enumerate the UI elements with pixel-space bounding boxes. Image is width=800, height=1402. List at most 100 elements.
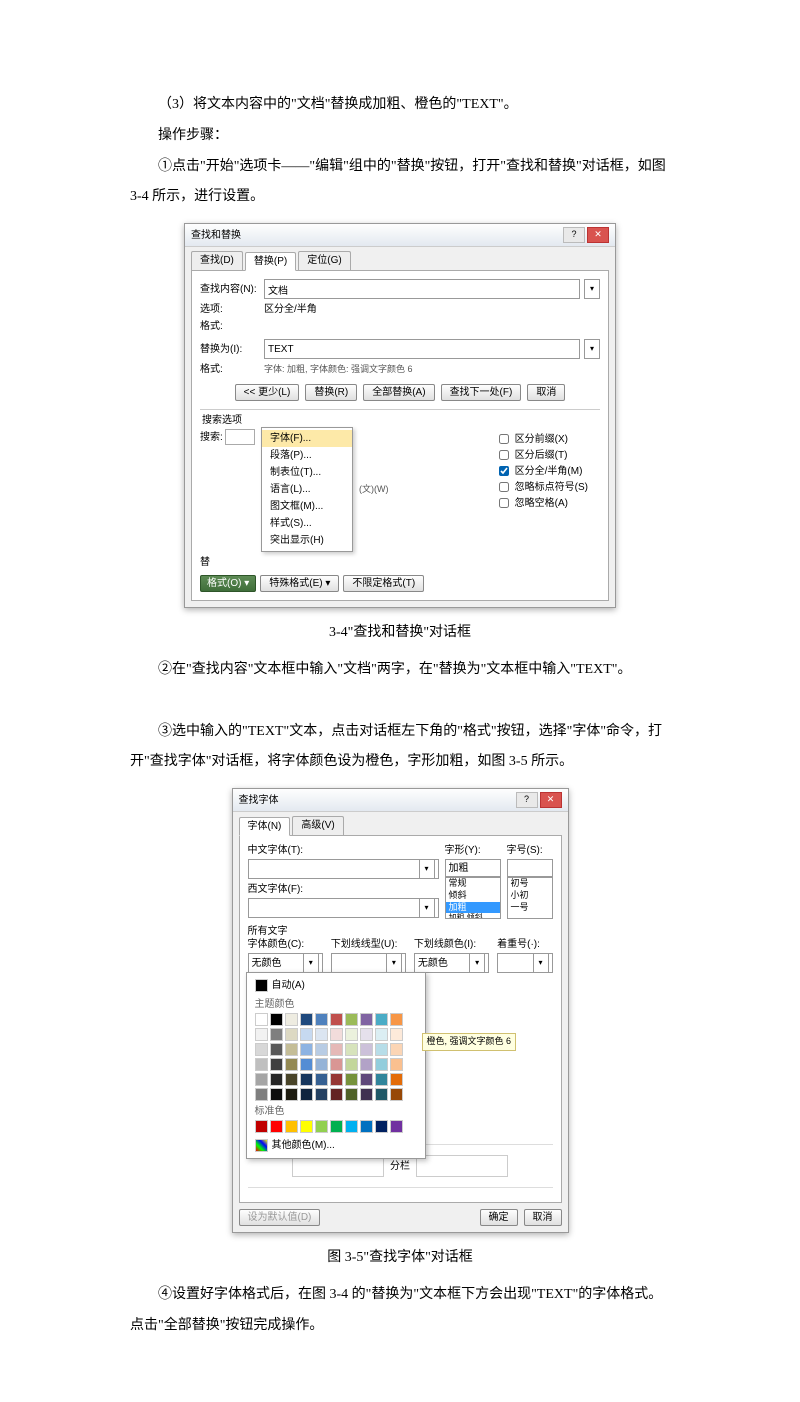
find-next-button[interactable]: 查找下一处(F) — [441, 384, 522, 401]
ok-button[interactable]: 确定 — [480, 1209, 518, 1226]
color-swatch[interactable] — [330, 1058, 343, 1071]
auto-color[interactable]: 自动(A) — [251, 977, 421, 994]
ck-fullhalf[interactable] — [499, 466, 509, 476]
cn-font-input[interactable]: ▾ — [248, 859, 439, 879]
ck-space[interactable] — [499, 498, 509, 508]
emphasis-select[interactable]: ▾ — [497, 953, 552, 973]
cancel-button[interactable]: 取消 — [527, 384, 565, 401]
popup-frame[interactable]: 图文框(M)... — [262, 498, 352, 515]
tab-find[interactable]: 查找(D) — [191, 251, 243, 270]
color-swatch[interactable] — [300, 1028, 313, 1041]
popup-lang[interactable]: 语言(L)... — [262, 481, 352, 498]
ck-punct[interactable] — [499, 482, 509, 492]
ck-prefix[interactable] — [499, 434, 509, 444]
style-input[interactable]: 加粗 — [445, 859, 501, 877]
color-swatch[interactable] — [285, 1013, 298, 1026]
color-swatch[interactable] — [375, 1120, 388, 1133]
color-swatch[interactable] — [300, 1013, 313, 1026]
color-swatch[interactable] — [330, 1013, 343, 1026]
color-swatch[interactable] — [345, 1028, 358, 1041]
color-swatch[interactable] — [375, 1088, 388, 1101]
color-swatch[interactable] — [375, 1028, 388, 1041]
color-swatch[interactable] — [270, 1073, 283, 1086]
find-input[interactable] — [264, 279, 580, 299]
color-swatch[interactable] — [390, 1028, 403, 1041]
color-swatch[interactable] — [285, 1028, 298, 1041]
color-swatch[interactable] — [330, 1120, 343, 1133]
color-swatch[interactable] — [255, 1073, 268, 1086]
color-swatch[interactable] — [315, 1028, 328, 1041]
help-icon[interactable]: ? — [516, 792, 538, 808]
color-swatch[interactable] — [375, 1058, 388, 1071]
color-swatch[interactable] — [300, 1058, 313, 1071]
color-swatch[interactable] — [285, 1073, 298, 1086]
tab-goto[interactable]: 定位(G) — [298, 251, 350, 270]
chevron-down-icon[interactable]: ▾ — [533, 953, 549, 973]
en-font-input[interactable]: ▾ — [248, 898, 439, 918]
color-swatch[interactable] — [375, 1013, 388, 1026]
color-swatch[interactable] — [255, 1043, 268, 1056]
color-swatch[interactable] — [270, 1013, 283, 1026]
color-swatch[interactable] — [255, 1013, 268, 1026]
size-input[interactable] — [507, 859, 553, 877]
color-swatch[interactable] — [390, 1058, 403, 1071]
default-button[interactable]: 设为默认值(D) — [239, 1209, 321, 1226]
popup-font[interactable]: 字体(F)... — [262, 430, 352, 447]
chevron-down-icon[interactable]: ▾ — [386, 953, 402, 973]
color-swatch[interactable] — [360, 1120, 373, 1133]
color-swatch[interactable] — [360, 1013, 373, 1026]
color-swatch[interactable] — [360, 1058, 373, 1071]
color-swatch[interactable] — [375, 1073, 388, 1086]
replace-button[interactable]: 替换(R) — [305, 384, 357, 401]
underline-type-select[interactable]: ▾ — [331, 953, 406, 973]
color-swatch[interactable] — [390, 1073, 403, 1086]
color-swatch[interactable] — [360, 1088, 373, 1101]
underline-color-select[interactable]: 无颜色▾ — [414, 953, 489, 973]
color-swatch[interactable] — [270, 1043, 283, 1056]
chevron-down-icon[interactable]: ▾ — [584, 279, 600, 299]
color-swatch[interactable] — [360, 1028, 373, 1041]
special-button[interactable]: 特殊格式(E) ▾ — [260, 575, 339, 592]
color-swatch[interactable] — [330, 1028, 343, 1041]
color-swatch[interactable] — [285, 1120, 298, 1133]
popup-para[interactable]: 段落(P)... — [262, 447, 352, 464]
chevron-down-icon[interactable]: ▾ — [419, 859, 435, 879]
color-swatch[interactable] — [345, 1088, 358, 1101]
style-list[interactable]: 常规 倾斜 加粗 加粗 倾斜 — [445, 877, 501, 919]
tab-font[interactable]: 字体(N) — [239, 817, 291, 836]
chevron-down-icon[interactable]: ▾ — [469, 953, 485, 973]
color-swatch[interactable] — [285, 1088, 298, 1101]
other-color[interactable]: 其他颜色(M)... — [251, 1137, 421, 1154]
color-swatch[interactable] — [285, 1058, 298, 1071]
color-swatch[interactable] — [270, 1088, 283, 1101]
cancel-button[interactable]: 取消 — [524, 1209, 562, 1226]
color-swatch[interactable] — [270, 1058, 283, 1071]
color-swatch[interactable] — [255, 1028, 268, 1041]
color-swatch[interactable] — [390, 1013, 403, 1026]
color-swatch[interactable] — [315, 1013, 328, 1026]
color-swatch[interactable] — [390, 1043, 403, 1056]
color-swatch[interactable] — [315, 1073, 328, 1086]
color-swatch[interactable] — [345, 1073, 358, 1086]
color-swatch[interactable] — [315, 1088, 328, 1101]
ck-suffix[interactable] — [499, 450, 509, 460]
color-swatch[interactable] — [270, 1028, 283, 1041]
color-swatch[interactable] — [390, 1120, 403, 1133]
less-button[interactable]: << 更少(L) — [235, 384, 300, 401]
color-swatch[interactable] — [330, 1043, 343, 1056]
color-swatch[interactable] — [300, 1088, 313, 1101]
color-swatch[interactable] — [270, 1120, 283, 1133]
color-swatch[interactable] — [300, 1073, 313, 1086]
replace-input[interactable] — [264, 339, 580, 359]
color-swatch[interactable] — [285, 1043, 298, 1056]
help-icon[interactable]: ? — [563, 227, 585, 243]
color-swatch[interactable] — [345, 1043, 358, 1056]
chevron-down-icon[interactable]: ▾ — [584, 339, 600, 359]
color-swatch[interactable] — [330, 1088, 343, 1101]
tab-replace[interactable]: 替换(P) — [245, 252, 296, 271]
color-swatch[interactable] — [255, 1120, 268, 1133]
close-icon[interactable]: ✕ — [540, 792, 562, 808]
color-swatch[interactable] — [345, 1120, 358, 1133]
color-swatch[interactable] — [390, 1088, 403, 1101]
color-swatch[interactable] — [375, 1043, 388, 1056]
